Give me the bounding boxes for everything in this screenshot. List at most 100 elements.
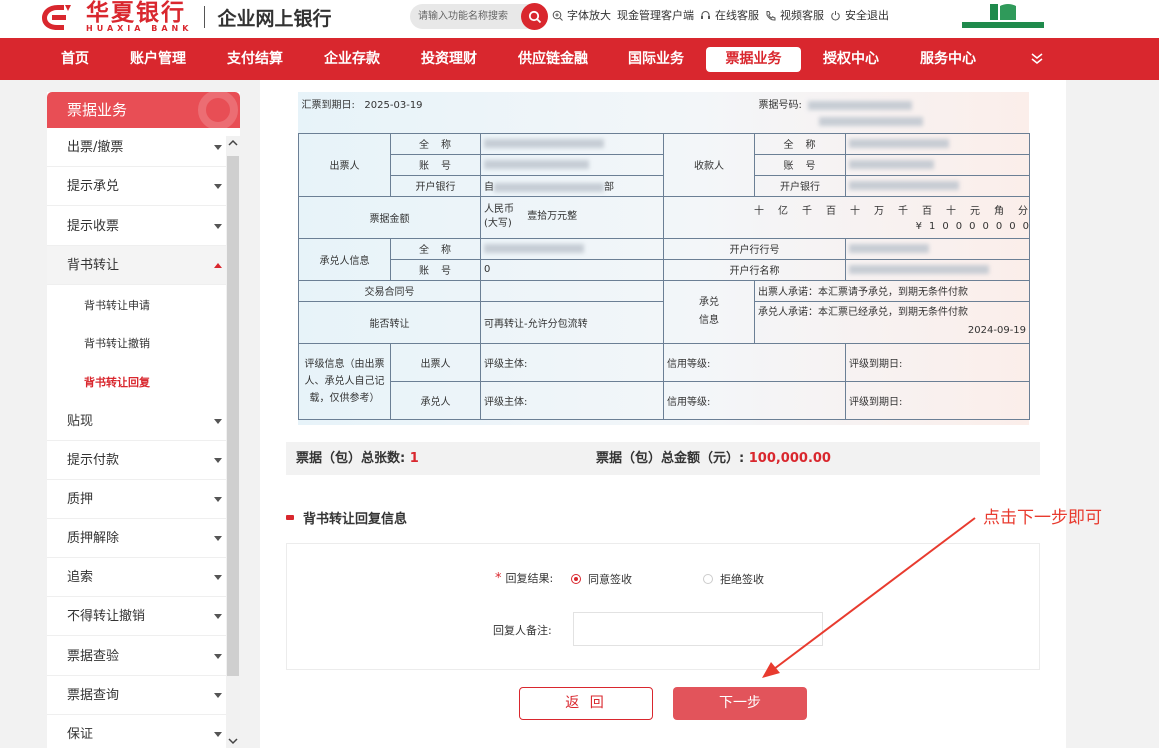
bank-logo[interactable]: 华夏银行 HUAXIA BANK 企业网上银行	[38, 1, 331, 33]
rating-drawer-due: 评级到期日:	[845, 342, 1031, 382]
sidebar-item-payment[interactable]: 提示付款	[47, 441, 226, 480]
drawer-name-label: 全 称	[390, 132, 481, 155]
bill-summary: 票据（包）总张数: 1 票据（包）总金额（元）: 100,000.00	[286, 442, 1040, 475]
logo-subtitle: 企业网上银行	[217, 7, 332, 30]
huaxia-logo-icon	[38, 2, 78, 32]
bill-number-label: 票据号码:	[758, 100, 802, 111]
remark-input[interactable]	[573, 612, 823, 646]
sidebar-item-label: 质押	[67, 492, 94, 507]
scrollbar-thumb[interactable]	[227, 156, 239, 676]
acceptor-promise-cell: 承兑人承诺：本汇票已经承兑，到期无条件付款 2024-09-19	[754, 300, 1031, 344]
rating-drawer-credit: 信用等级:	[663, 342, 847, 382]
remark-label: 回复人备注:	[493, 624, 552, 637]
sidebar-sub-endorse-cancel[interactable]: 背书转让撤销	[47, 324, 226, 363]
sidebar-item-nontransfer-cancel[interactable]: 不得转让撤销	[47, 597, 226, 636]
caret-down-icon	[214, 145, 222, 150]
nav-accounts[interactable]: 账户管理	[122, 38, 194, 80]
radio-reject[interactable]: 拒绝签收	[703, 571, 764, 587]
nav-authorization[interactable]: 授权中心	[815, 38, 887, 80]
logo-chinese: 华夏银行	[86, 0, 186, 26]
total-amount-value: 100,000.00	[748, 451, 831, 466]
sidebar-item-recourse[interactable]: 追索	[47, 558, 226, 597]
nav-supply-chain[interactable]: 供应链金融	[508, 38, 598, 80]
sidebar-sub-endorse-reply[interactable]: 背书转让回复	[47, 363, 226, 402]
transferable-value: 可再转让-允许分包流转	[479, 300, 665, 344]
nav-deposit[interactable]: 企业存款	[316, 38, 388, 80]
logout-link[interactable]: 安全退出	[830, 7, 889, 23]
reply-result-label-text: 回复结果:	[505, 572, 554, 585]
top-links: 字体放大 现金管理客户端 在线客服 视频客服 安全退出	[552, 7, 895, 23]
sidebar-scrollbar[interactable]	[226, 136, 240, 748]
power-icon	[831, 10, 840, 20]
sidebar-item-receive[interactable]: 提示收票	[47, 207, 226, 246]
font-zoom-link[interactable]: 字体放大	[552, 7, 611, 23]
search-icon	[528, 10, 541, 23]
unit-digit: 0	[995, 221, 1003, 232]
nav-bills[interactable]: 票据业务	[706, 47, 801, 72]
logo-divider	[204, 6, 206, 28]
nav-payment[interactable]: 支付结算	[219, 38, 291, 80]
cash-client-link[interactable]: 现金管理客户端	[617, 7, 694, 23]
acceptor-bank-no-label: 开户行行号	[663, 237, 847, 260]
transferable-label: 能否转让	[298, 300, 481, 344]
nav-international[interactable]: 国际业务	[620, 38, 692, 80]
unit-digit: 0	[982, 221, 989, 232]
online-service-link[interactable]: 在线客服	[700, 7, 759, 23]
sidebar-title-text: 票据业务	[67, 101, 128, 119]
scroll-down-icon[interactable]	[228, 737, 238, 745]
acceptor-bank-name-label: 开户行名称	[663, 258, 847, 281]
nav-investment[interactable]: 投资理财	[413, 38, 485, 80]
online-service-label: 在线客服	[715, 9, 759, 22]
unit-digit: ¥	[915, 221, 923, 232]
sidebar-item-verify[interactable]: 票据查验	[47, 637, 226, 676]
zoom-in-icon	[552, 10, 563, 21]
radio-agree[interactable]: 同意签收	[571, 571, 632, 587]
sidebar-sub-endorse-apply[interactable]: 背书转让申请	[47, 286, 226, 325]
reply-result-label: * 回复结果:	[495, 570, 553, 586]
acceptor-account-label: 账 号	[390, 258, 481, 281]
font-zoom-label: 字体放大	[567, 9, 611, 22]
scroll-up-icon[interactable]	[228, 139, 238, 147]
rating-acceptor-label: 承兑人	[390, 380, 481, 420]
back-button[interactable]: 返 回	[519, 687, 653, 720]
unit-digit: 0	[942, 221, 949, 232]
amount-cn-prefix: 人民币 (大写)	[484, 204, 514, 229]
sidebar-item-pledge[interactable]: 质押	[47, 480, 226, 519]
nav-more-button[interactable]	[1030, 52, 1044, 69]
caret-down-icon	[214, 224, 222, 229]
phone-icon	[766, 10, 776, 21]
unit-digit: 0	[1009, 221, 1016, 232]
sidebar-item-endorse[interactable]: 背书转让	[47, 246, 226, 285]
unit-digit: 0	[969, 221, 976, 232]
sidebar-item-discount[interactable]: 贴现	[47, 402, 226, 441]
sidebar-item-accept[interactable]: 提示承兑	[47, 167, 226, 206]
nav-service[interactable]: 服务中心	[912, 38, 984, 80]
drawer-name-value	[479, 132, 665, 155]
caret-up-icon	[214, 263, 222, 268]
caret-down-icon	[214, 654, 222, 659]
redacted-payee-name	[849, 138, 950, 148]
accept-info-label: 承兑 信息	[663, 279, 756, 344]
bill-preview: 汇票到期日: 2025-03-19 票据号码: 出票人 全 称 收款人 全 称 …	[298, 92, 1031, 425]
next-button[interactable]: 下一步	[673, 687, 807, 720]
sidebar-item-guarantee[interactable]: 保证	[47, 715, 226, 748]
contract-label: 交易合同号	[298, 279, 481, 302]
rating-label: 评级信息（由出票人、承兑人自己记载，仅供参考）	[298, 342, 391, 420]
video-service-link[interactable]: 视频客服	[765, 7, 824, 23]
reply-section-title-text: 背书转让回复信息	[303, 512, 408, 527]
function-search-input[interactable]: 请输入功能名称搜索	[410, 3, 548, 30]
caret-down-icon	[214, 419, 222, 424]
rating-acceptor-subject: 评级主体:	[479, 380, 665, 420]
search-button[interactable]	[521, 3, 548, 30]
sidebar-item-label: 质押解除	[67, 531, 120, 546]
sidebar-item-pledge-release[interactable]: 质押解除	[47, 519, 226, 558]
redacted-drawer-account	[484, 159, 589, 169]
nav-home[interactable]: 首页	[52, 38, 98, 80]
logo-english: HUAXIA BANK	[86, 24, 193, 33]
sidebar-item-query[interactable]: 票据查询	[47, 676, 226, 715]
sidebar-item-issue[interactable]: 出票/撤票	[47, 128, 226, 167]
sidebar-item-label: 票据查询	[67, 688, 120, 703]
payee-bank-label: 开户银行	[754, 174, 847, 197]
sidebar: 票据业务 出票/撤票 提示承兑 提示收票 背书转让 背书转让申请 背书转让撤销 …	[47, 92, 240, 748]
sidebar-item-label: 提示收票	[67, 219, 120, 234]
